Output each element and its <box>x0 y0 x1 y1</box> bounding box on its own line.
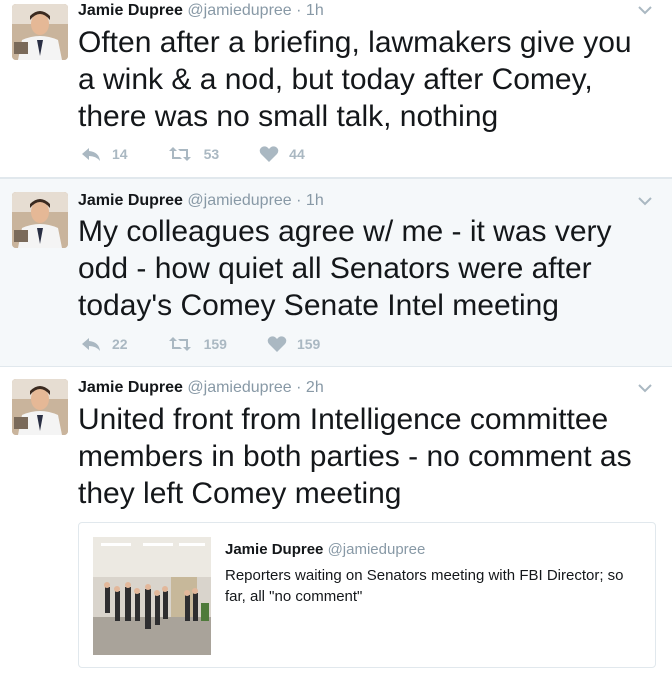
avatar[interactable] <box>12 4 68 60</box>
retweet-count: 53 <box>203 146 220 162</box>
avatar-image <box>12 192 68 248</box>
tweet-header: Jamie Dupree @jamiedupree · 1h <box>78 2 324 20</box>
tweet-text: Often after a briefing, lawmakers give y… <box>78 26 632 133</box>
timestamp[interactable]: 1h <box>306 2 324 19</box>
reply-count: 14 <box>112 146 128 162</box>
separator: · <box>296 192 302 209</box>
separator: · <box>296 379 302 396</box>
quoted-author-handle[interactable]: @jamiedupree <box>328 541 426 558</box>
quoted-tweet[interactable]: Jamie Dupree @jamiedupree Reporters wait… <box>78 522 656 668</box>
author-handle[interactable]: @jamiedupree <box>187 192 291 209</box>
author-name[interactable]: Jamie Dupree <box>78 2 183 19</box>
chevron-down-icon[interactable] <box>636 4 654 16</box>
like-count: 44 <box>289 146 305 162</box>
reply-button[interactable]: 14 <box>80 146 128 162</box>
avatar-image <box>12 4 68 60</box>
tweet-header: Jamie Dupree @jamiedupree · 2h <box>78 379 324 397</box>
tweet-text: My colleagues agree w/ me - it was very … <box>78 215 612 322</box>
timestamp[interactable]: 1h <box>306 192 324 209</box>
reply-icon <box>82 148 100 161</box>
author-handle[interactable]: @jamiedupree <box>187 2 291 19</box>
author-name[interactable]: Jamie Dupree <box>78 192 183 209</box>
like-button[interactable]: 44 <box>259 145 305 163</box>
reply-icon <box>82 338 100 351</box>
tweet[interactable]: Jamie Dupree @jamiedupree · 1h My collea… <box>0 178 672 367</box>
like-button[interactable]: 159 <box>267 335 320 353</box>
separator: · <box>296 2 302 19</box>
retweet-icon <box>168 337 191 351</box>
tweet[interactable]: Jamie Dupree @jamiedupree · 1h Often aft… <box>0 0 672 178</box>
chevron-down-icon[interactable] <box>636 382 654 394</box>
author-handle[interactable]: @jamiedupree <box>187 379 291 396</box>
retweet-button[interactable]: 159 <box>168 336 227 352</box>
like-count: 159 <box>296 336 321 352</box>
retweet-button[interactable]: 53 <box>168 146 220 162</box>
quoted-tweet-header: Jamie Dupree @jamiedupree <box>225 541 425 558</box>
retweet-count: 159 <box>203 336 227 352</box>
tweet-actions: 22 159 159 <box>80 334 360 354</box>
chevron-down-icon[interactable] <box>636 195 654 207</box>
quoted-tweet-text: Reporters waiting on Senators meeting wi… <box>225 567 624 605</box>
avatar-image <box>12 379 68 435</box>
timestamp[interactable]: 2h <box>306 379 324 396</box>
avatar[interactable] <box>12 379 68 435</box>
photo-image <box>93 537 211 655</box>
avatar[interactable] <box>12 192 68 248</box>
tweet-header: Jamie Dupree @jamiedupree · 1h <box>78 192 324 210</box>
heart-icon <box>259 146 279 162</box>
tweet-actions: 14 53 44 <box>80 144 345 164</box>
tweet-text: United front from Intelligence committee… <box>78 403 632 510</box>
heart-icon <box>267 336 287 352</box>
quoted-tweet-photo[interactable] <box>93 537 211 655</box>
reply-count: 22 <box>112 336 128 352</box>
quoted-author-name[interactable]: Jamie Dupree <box>225 541 323 558</box>
reply-button[interactable]: 22 <box>80 336 128 352</box>
author-name[interactable]: Jamie Dupree <box>78 379 183 396</box>
retweet-icon <box>168 147 191 161</box>
tweet[interactable]: Jamie Dupree @jamiedupree · 2h United fr… <box>0 367 672 680</box>
